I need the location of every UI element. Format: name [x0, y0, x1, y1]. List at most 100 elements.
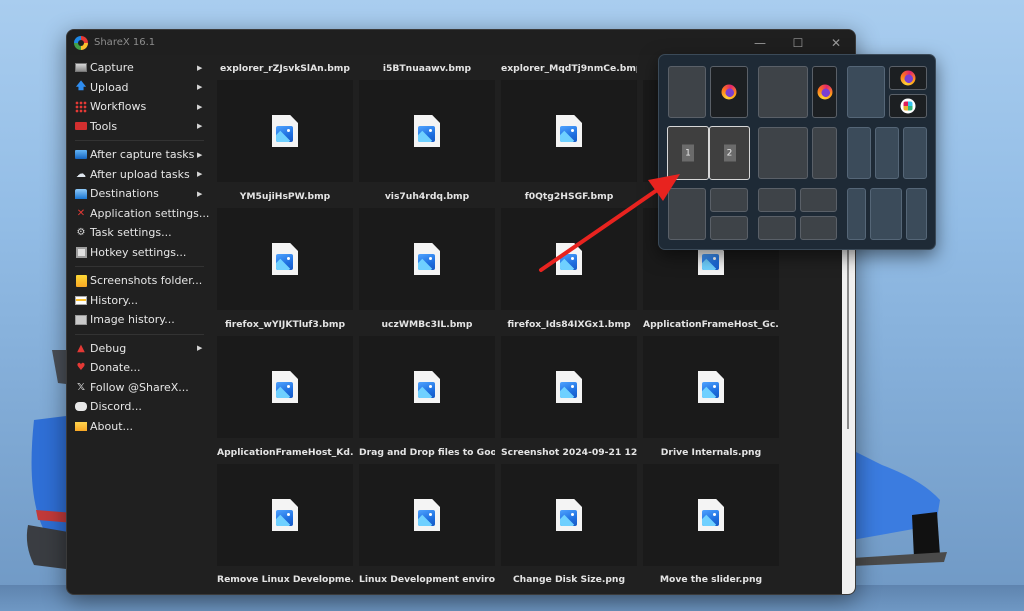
minimize-button[interactable]: — [741, 30, 779, 55]
file-thumbnail[interactable]: explorer_rZJsvkSlAn.bmp [217, 58, 353, 182]
file-name: i5BTnuaawv.bmp [382, 63, 472, 74]
snap-zone-left-half[interactable]: 1 [667, 126, 709, 180]
file-thumbnail[interactable]: f0Qtg2HSGF.bmp [501, 186, 637, 310]
snap-layouts-flyout: 1 2 [658, 54, 936, 250]
file-thumbnail[interactable]: Remove Linux Developme... [217, 569, 353, 591]
window-title: ShareX 16.1 [94, 37, 156, 48]
menu-item-about[interactable]: About... [67, 417, 212, 437]
menu-item-image-history[interactable]: Image history... [67, 310, 212, 330]
file-thumbnail[interactable]: i5BTnuaawv.bmp [359, 58, 495, 182]
file-thumbnail[interactable]: Drag and Drop files to Goo... [359, 442, 495, 566]
snap-zone[interactable] [847, 127, 871, 179]
menu-item-label: Capture [90, 61, 134, 75]
background-car-rear [26, 350, 74, 570]
snap-zone[interactable] [758, 66, 808, 118]
file-thumbnail[interactable]: YM5ujiHsPW.bmp [217, 186, 353, 310]
menu-item-task-settings[interactable]: ⚙ Task settings... [67, 223, 212, 243]
menu-item-follow-sharex[interactable]: 𝕏 Follow @ShareX... [67, 378, 212, 398]
file-thumbnail[interactable]: vis7uh4rdq.bmp [359, 186, 495, 310]
thumbnail-preview[interactable] [217, 464, 353, 566]
thumbnail-preview[interactable] [643, 464, 779, 566]
menu-item-tools[interactable]: Tools ▶ [67, 117, 212, 137]
menu-item-screenshots-folder[interactable]: Screenshots folder... [67, 271, 212, 291]
heart-icon: ♥ [76, 362, 86, 374]
file-thumbnail[interactable]: explorer_MqdTj9nmCe.bmp [501, 58, 637, 182]
firefox-icon [900, 70, 916, 86]
snap-zone[interactable] [668, 66, 706, 118]
file-name: Drag and Drop files to Goo... [359, 447, 495, 458]
title-bar[interactable]: ShareX 16.1 — ☐ ✕ [67, 30, 855, 55]
snap-zone[interactable] [800, 216, 837, 240]
snap-zone[interactable] [812, 66, 837, 118]
thumbnail-preview[interactable] [217, 208, 353, 310]
after-capture-icon [75, 150, 87, 160]
menu-item-donate[interactable]: ♥ Donate... [67, 358, 212, 378]
thumbnail-preview[interactable] [501, 208, 637, 310]
menu-item-history[interactable]: History... [67, 291, 212, 311]
discord-icon [75, 402, 87, 412]
file-name: ApplicationFrameHost_Kd... [217, 447, 353, 458]
menu-item-after-capture-tasks[interactable]: After capture tasks ▶ [67, 145, 212, 165]
file-thumbnail[interactable]: firefox_Ids84IXGx1.bmp [501, 314, 637, 438]
menu-item-discord[interactable]: Discord... [67, 397, 212, 417]
file-thumbnail[interactable]: Move the slider.png [643, 569, 779, 591]
file-name: f0Qtg2HSGF.bmp [524, 191, 614, 202]
thumbnail-preview[interactable] [501, 80, 637, 182]
menu-item-label: Screenshots folder... [90, 274, 203, 288]
maximize-button[interactable]: ☐ [779, 30, 817, 55]
file-thumbnail[interactable]: ApplicationFrameHost_Gc... [643, 314, 779, 438]
snap-zone[interactable] [800, 188, 837, 212]
file-thumbnail[interactable]: Drive Internals.png [643, 442, 779, 566]
submenu-arrow-icon: ▶ [197, 189, 203, 198]
snap-zone[interactable] [889, 66, 927, 90]
snap-zone[interactable] [812, 127, 837, 179]
thumbnail-preview[interactable] [643, 336, 779, 438]
file-thumbnail[interactable]: Screenshot 2024-09-21 12... [501, 442, 637, 566]
menu-item-upload[interactable]: 🡅 Upload ▶ [67, 78, 212, 98]
file-thumbnail[interactable]: Linux Development enviro... [359, 569, 495, 591]
menu-item-label: Upload [90, 80, 129, 94]
file-thumbnail[interactable]: firefox_wYIJKTluf3.bmp [217, 314, 353, 438]
snap-zone[interactable] [758, 188, 796, 212]
thumbnail-preview[interactable] [217, 336, 353, 438]
snap-zone[interactable] [906, 188, 927, 240]
hotkey-settings-icon [75, 246, 87, 258]
menu-item-after-upload-tasks[interactable]: ☁ After upload tasks ▶ [67, 165, 212, 185]
thumbnail-preview[interactable] [217, 80, 353, 182]
menu-item-application-settings[interactable]: ✕ Application settings... [67, 204, 212, 224]
snap-zone[interactable] [870, 188, 902, 240]
snap-zone[interactable] [758, 216, 796, 240]
file-thumbnail[interactable]: Change Disk Size.png [501, 569, 637, 591]
snap-zone[interactable] [889, 94, 927, 118]
menu-item-capture[interactable]: Capture ▶ [67, 58, 212, 78]
image-file-icon [414, 499, 440, 531]
snap-zone[interactable] [847, 188, 866, 240]
snap-zone[interactable] [875, 127, 899, 179]
menu-item-hotkey-settings[interactable]: Hotkey settings... [67, 243, 212, 263]
thumbnail-preview[interactable] [359, 208, 495, 310]
snap-zone[interactable] [710, 216, 748, 240]
image-file-icon [556, 371, 582, 403]
thumbnail-preview[interactable] [501, 336, 637, 438]
file-thumbnail[interactable]: ApplicationFrameHost_Kd... [217, 442, 353, 566]
thumbnail-preview[interactable] [359, 80, 495, 182]
snap-zone[interactable] [668, 188, 706, 240]
menu-item-label: Image history... [90, 313, 175, 327]
thumbnail-preview[interactable] [501, 464, 637, 566]
snap-zone[interactable] [710, 188, 748, 212]
firefox-icon [817, 84, 832, 100]
menu-separator [75, 266, 204, 267]
snap-zone[interactable] [710, 66, 748, 118]
thumbnail-preview[interactable] [359, 336, 495, 438]
menu-item-workflows[interactable]: Workflows ▶ [67, 97, 212, 117]
snap-zone[interactable] [758, 127, 808, 179]
close-button[interactable]: ✕ [817, 30, 855, 55]
snap-zone[interactable] [903, 127, 927, 179]
submenu-arrow-icon: ▶ [197, 170, 203, 179]
file-thumbnail[interactable]: uczWMBc3IL.bmp [359, 314, 495, 438]
thumbnail-preview[interactable] [359, 464, 495, 566]
menu-item-destinations[interactable]: Destinations ▶ [67, 184, 212, 204]
snap-zone-right-half[interactable]: 2 [709, 126, 750, 180]
menu-item-debug[interactable]: ▲ Debug ▶ [67, 339, 212, 359]
snap-zone[interactable] [847, 66, 885, 118]
